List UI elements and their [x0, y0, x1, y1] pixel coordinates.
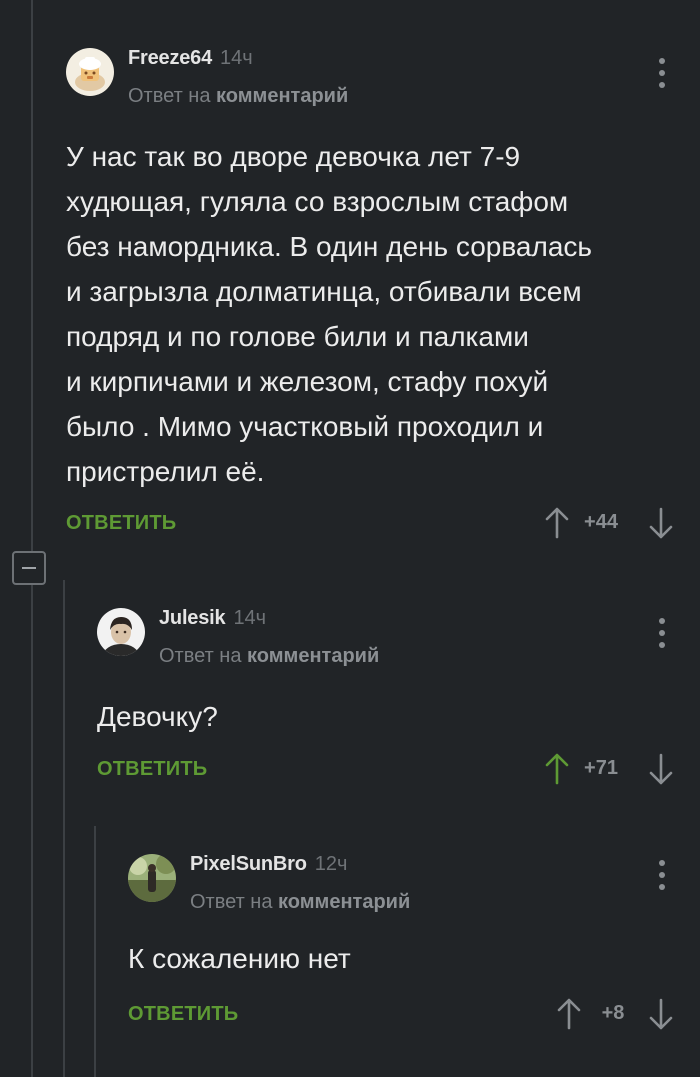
collapse-thread-button[interactable]	[12, 551, 46, 585]
downvote-icon[interactable]	[646, 994, 676, 1034]
vote-score: +44	[584, 511, 618, 533]
reply-to-prefix: Ответ на	[190, 891, 273, 913]
reply-button[interactable]: ОТВЕТИТЬ	[128, 1003, 238, 1026]
upvote-icon[interactable]	[542, 749, 572, 789]
reply-to-prefix: Ответ на	[159, 645, 242, 667]
upvote-icon[interactable]	[554, 994, 584, 1034]
comment-time: 12ч	[314, 853, 348, 875]
thread-line-level-3	[94, 826, 96, 1077]
vote-controls: +44	[540, 503, 680, 543]
comment-author-line: Freeze64 14ч	[128, 46, 253, 70]
upvote-icon[interactable]	[542, 503, 572, 543]
thread-line-level-1	[31, 0, 33, 1077]
avatar[interactable]	[66, 48, 114, 96]
comment-pixelsunbro: PixelSunBro 12ч Ответ на комментарий К со…	[128, 852, 676, 1054]
comment-freeze64: Freeze64 14ч Ответ на комментарий У нас т…	[66, 46, 676, 548]
comment-author-line: Julesik 14ч	[159, 606, 266, 630]
comment-time: 14ч	[233, 607, 267, 629]
reply-button[interactable]: ОТВЕТИТЬ	[66, 512, 176, 535]
vote-score: +71	[584, 757, 618, 779]
thread-line-level-2	[63, 580, 65, 1077]
vote-controls: +71	[540, 749, 680, 789]
author-name[interactable]: Freeze64	[128, 47, 212, 69]
author-name[interactable]: Julesik	[159, 607, 226, 629]
vote-score: +8	[601, 1002, 625, 1024]
avatar[interactable]	[128, 854, 176, 902]
vote-controls: +8	[540, 994, 680, 1034]
downvote-icon[interactable]	[646, 503, 676, 543]
reply-to-line: Ответ на комментарий	[159, 644, 379, 668]
comment-thread: Freeze64 14ч Ответ на комментарий У нас т…	[0, 0, 700, 1077]
comment-text: У нас так во дворе девочка лет 7-9 худющ…	[66, 141, 592, 487]
more-options-icon[interactable]	[650, 616, 674, 650]
comment-time: 14ч	[220, 47, 253, 69]
reply-to-line: Ответ на комментарий	[128, 84, 348, 108]
reply-to-link[interactable]: комментарий	[278, 891, 410, 913]
comment-author-line: PixelSunBro 12ч	[190, 852, 347, 876]
more-options-icon[interactable]	[650, 56, 674, 90]
author-name[interactable]: PixelSunBro	[190, 853, 307, 875]
reply-button[interactable]: ОТВЕТИТЬ	[97, 758, 207, 781]
reply-to-prefix: Ответ на	[128, 85, 211, 107]
reply-to-line: Ответ на комментарий	[190, 890, 410, 914]
reply-to-link[interactable]: комментарий	[216, 85, 348, 107]
comment-text: К сожалению нет	[128, 943, 351, 974]
avatar[interactable]	[97, 608, 145, 656]
comment-text: Девочку?	[97, 701, 218, 732]
more-options-icon[interactable]	[650, 858, 674, 892]
comment-julesik: Julesik 14ч Ответ на комментарий Девочку?…	[97, 606, 676, 808]
reply-to-link[interactable]: комментарий	[247, 645, 379, 667]
downvote-icon[interactable]	[646, 749, 676, 789]
